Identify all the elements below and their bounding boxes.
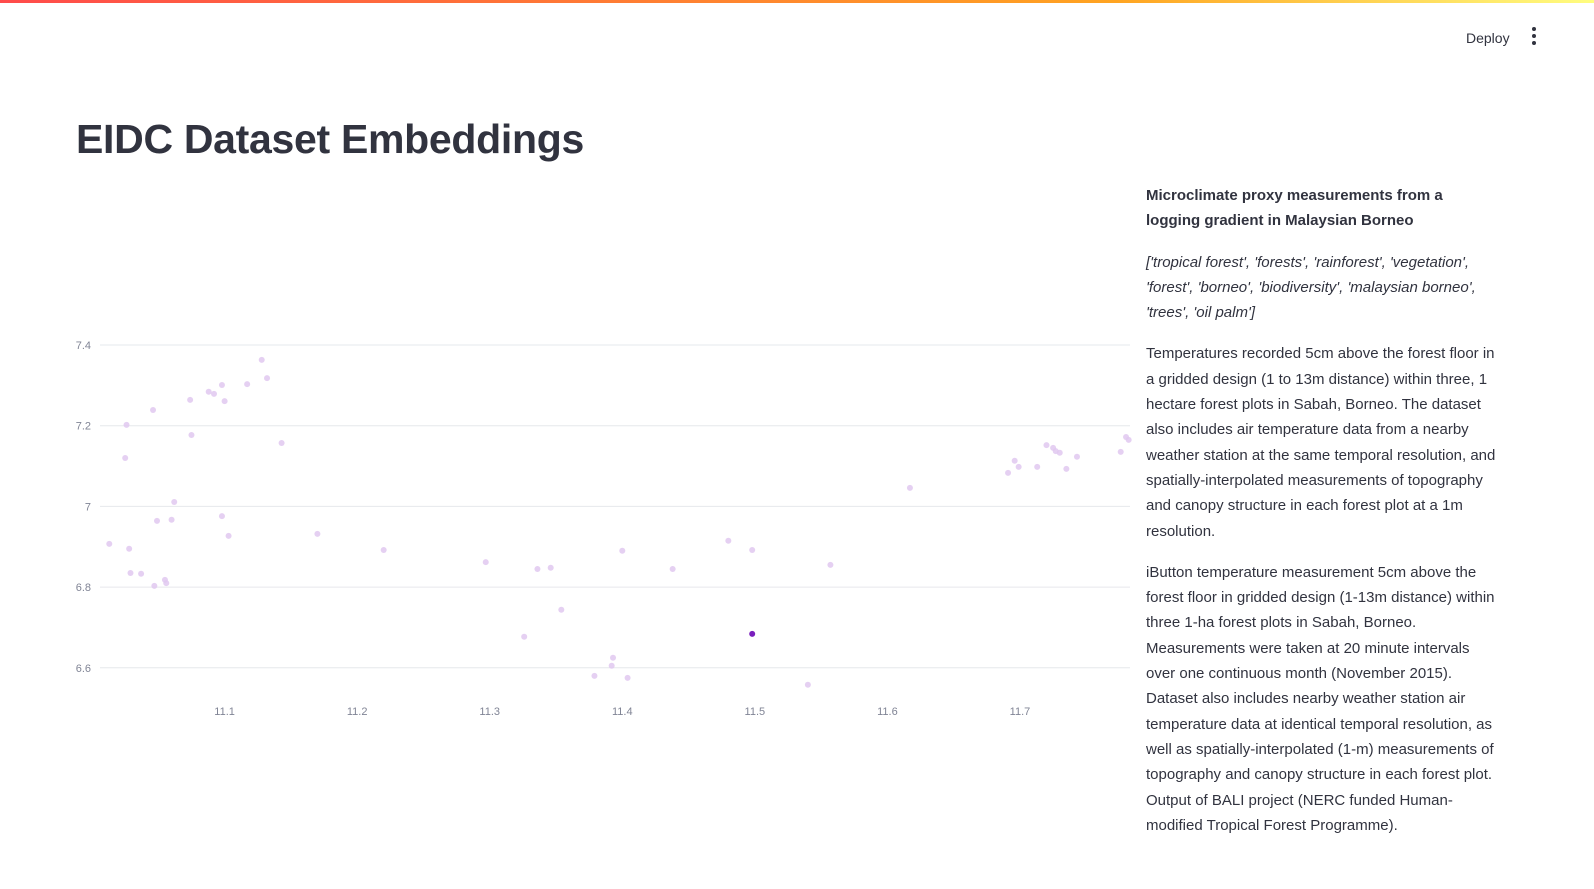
data-point[interactable] [1125, 436, 1132, 443]
top-decoration-bar [0, 0, 1594, 3]
data-point[interactable] [218, 381, 225, 388]
data-point[interactable] [669, 565, 676, 572]
data-point[interactable] [163, 580, 170, 587]
data-point[interactable] [380, 546, 387, 553]
dataset-title: Microclimate proxy measurements from a l… [1146, 187, 1443, 230]
data-point[interactable] [558, 606, 565, 613]
data-point[interactable] [244, 381, 251, 388]
data-point[interactable] [1011, 457, 1018, 464]
data-point[interactable] [1015, 463, 1022, 470]
data-point[interactable] [151, 582, 158, 589]
data-point[interactable] [171, 498, 178, 505]
data-point[interactable] [278, 440, 285, 447]
dataset-description: Temperatures recorded 5cm above the fore… [1146, 345, 1496, 540]
data-point[interactable] [106, 540, 113, 547]
data-point[interactable] [314, 530, 321, 537]
deploy-button[interactable]: Deploy [1458, 26, 1518, 50]
data-point[interactable] [218, 513, 225, 520]
x-tick-label: 11.4 [612, 706, 633, 718]
x-tick-label: 11.2 [347, 706, 368, 718]
y-tick-label: 6.6 [76, 663, 91, 675]
x-tick-label: 11.1 [214, 706, 235, 718]
more-vertical-icon[interactable] [1524, 24, 1544, 48]
x-tick-label: 11.7 [1010, 706, 1031, 718]
data-point[interactable] [1034, 463, 1041, 470]
data-point[interactable] [749, 546, 756, 553]
data-point[interactable] [624, 674, 631, 681]
data-point[interactable] [591, 672, 598, 679]
x-tick-label: 11.3 [479, 706, 500, 718]
page-title: EIDC Dataset Embeddings [76, 116, 584, 162]
data-point[interactable] [608, 662, 615, 669]
data-point[interactable] [221, 398, 228, 405]
x-tick-label: 11.6 [877, 706, 898, 718]
data-point[interactable] [534, 565, 541, 572]
data-point[interactable] [205, 388, 212, 395]
data-point[interactable] [804, 681, 811, 688]
data-point[interactable] [1073, 453, 1080, 460]
data-point[interactable] [521, 633, 528, 640]
data-point[interactable] [619, 547, 626, 554]
data-point[interactable] [258, 356, 265, 363]
y-tick-label: 7.2 [76, 421, 91, 433]
data-point[interactable] [1056, 449, 1063, 456]
data-point[interactable] [154, 517, 161, 524]
data-point[interactable] [547, 564, 554, 571]
data-point[interactable] [482, 559, 489, 566]
y-tick-label: 6.8 [76, 582, 91, 594]
data-point[interactable] [1063, 465, 1070, 472]
data-point[interactable] [211, 390, 218, 397]
data-point[interactable] [123, 421, 130, 428]
dataset-abstract: iButton temperature measurement 5cm abov… [1146, 563, 1495, 834]
data-point[interactable] [187, 396, 194, 403]
x-tick-label: 11.5 [745, 706, 766, 718]
data-point[interactable] [150, 406, 157, 413]
data-point[interactable] [906, 484, 913, 491]
y-tick-label: 7 [85, 501, 91, 513]
data-point[interactable] [127, 569, 134, 576]
embedding-scatter-chart[interactable]: 6.6 6.8 7 7.2 7.4 11.1 11.2 11.3 11.4 11.5 11.6 11.… [60, 330, 1140, 730]
data-point[interactable] [122, 454, 129, 461]
data-point[interactable] [138, 570, 145, 577]
dataset-detail-panel: Microclimate proxy measurements from a l… [1146, 183, 1496, 854]
dataset-keywords: ['tropical forest', 'forests', 'rainfore… [1146, 253, 1476, 322]
data-point[interactable] [827, 561, 834, 568]
data-point[interactable] [188, 431, 195, 438]
selected-data-point[interactable] [749, 630, 756, 637]
data-point[interactable] [1043, 442, 1050, 449]
data-point[interactable] [168, 516, 175, 523]
y-tick-label: 7.4 [76, 340, 91, 352]
data-point[interactable] [610, 654, 617, 661]
data-point[interactable] [1117, 448, 1124, 455]
data-point[interactable] [126, 545, 133, 552]
data-point[interactable] [225, 532, 232, 539]
data-point[interactable] [725, 537, 732, 544]
data-point[interactable] [264, 375, 271, 382]
data-point[interactable] [1005, 469, 1012, 476]
